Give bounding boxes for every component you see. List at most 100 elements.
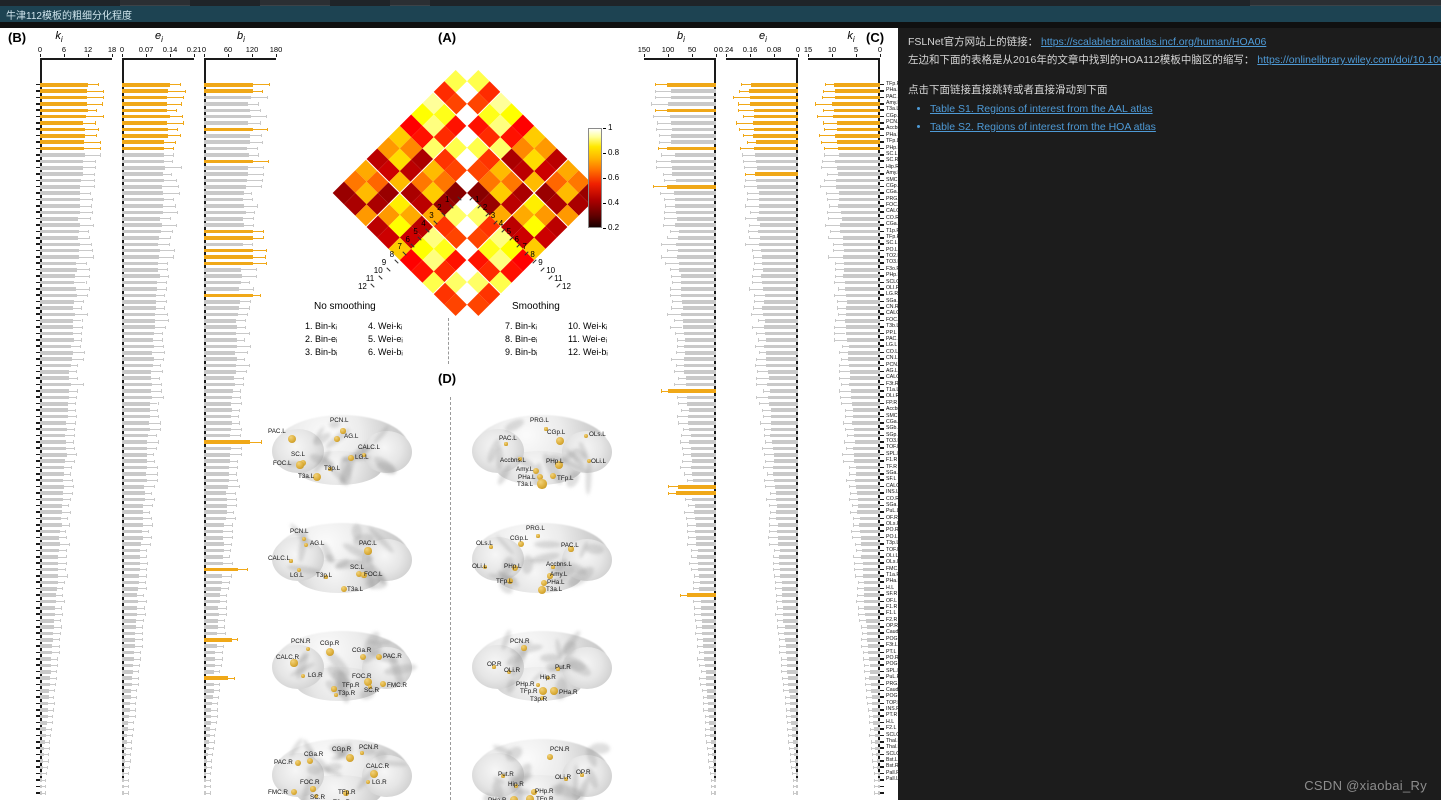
error-bar bbox=[231, 422, 240, 424]
error-bar-cap bbox=[59, 619, 61, 623]
region-tick bbox=[36, 779, 40, 781]
bar-row bbox=[0, 606, 118, 610]
fslnet-link[interactable]: https://scalablebrainatlas.incf.org/huma… bbox=[1041, 36, 1266, 48]
table-s2-link[interactable]: Table S2. Regions of interest from the H… bbox=[930, 121, 1156, 133]
error-bar bbox=[663, 224, 675, 226]
error-bar-cap bbox=[781, 670, 782, 674]
bar bbox=[753, 134, 798, 138]
hoa112-link[interactable]: https://onlinelibrary.wiley.com/doi/10.1… bbox=[1257, 54, 1441, 66]
bar bbox=[674, 191, 716, 196]
bar bbox=[690, 465, 716, 470]
error-bar bbox=[742, 135, 754, 137]
error-bar-cap bbox=[834, 332, 836, 336]
bar-row bbox=[640, 153, 722, 157]
error-bar bbox=[823, 154, 839, 156]
bar bbox=[841, 216, 880, 221]
error-bar-cap bbox=[673, 319, 675, 323]
region-label: PRG.L bbox=[886, 680, 898, 687]
region-tick bbox=[36, 332, 40, 335]
error-bar-cap bbox=[655, 127, 657, 132]
region-tick bbox=[36, 160, 40, 162]
bar bbox=[204, 127, 253, 132]
bar-row bbox=[640, 357, 722, 361]
error-bar-cap bbox=[696, 625, 697, 629]
bar bbox=[675, 242, 716, 247]
bar bbox=[674, 153, 716, 157]
bar bbox=[782, 593, 798, 597]
error-bar bbox=[219, 594, 227, 596]
error-bar-cap bbox=[245, 325, 247, 329]
error-bar bbox=[59, 543, 70, 545]
error-bar bbox=[738, 129, 754, 130]
error-bar bbox=[160, 231, 173, 232]
roi-label: Accbns.L bbox=[546, 561, 572, 568]
region-label: PCN.L bbox=[886, 361, 898, 368]
bar-row bbox=[200, 216, 282, 221]
region-tick bbox=[36, 645, 40, 647]
error-bar-cap bbox=[775, 580, 776, 584]
bar-row bbox=[0, 510, 118, 515]
error-bar bbox=[138, 601, 146, 602]
region-tick bbox=[36, 683, 40, 686]
roi-label: PCN.R bbox=[359, 744, 379, 751]
bar bbox=[204, 325, 237, 330]
bar bbox=[770, 414, 798, 419]
error-bar bbox=[226, 511, 234, 513]
bar bbox=[40, 395, 70, 400]
bar bbox=[204, 504, 227, 508]
bar bbox=[122, 89, 168, 93]
error-bar-cap bbox=[74, 421, 76, 425]
bar-row bbox=[118, 606, 200, 610]
bar bbox=[755, 140, 798, 144]
bar bbox=[667, 146, 716, 151]
region-tick bbox=[880, 658, 884, 660]
error-bar bbox=[826, 173, 839, 175]
error-bar bbox=[239, 288, 254, 290]
bar bbox=[690, 433, 716, 438]
error-bar bbox=[861, 645, 869, 647]
error-bar-cap bbox=[56, 670, 58, 674]
error-bar-cap bbox=[854, 574, 856, 578]
error-bar-cap bbox=[749, 287, 751, 291]
error-bar bbox=[844, 441, 855, 443]
table-s1-link[interactable]: Table S1. Regions of interest from the A… bbox=[930, 103, 1153, 115]
matrix-axis-label-right: 7 bbox=[522, 242, 527, 252]
error-bar-cap bbox=[161, 383, 162, 387]
error-bar-cap bbox=[786, 721, 788, 725]
bar-row bbox=[640, 612, 722, 617]
error-bar bbox=[854, 575, 864, 577]
bar bbox=[40, 216, 79, 221]
bar bbox=[122, 504, 144, 508]
bar bbox=[40, 165, 84, 170]
error-bar-cap bbox=[678, 376, 680, 380]
roi-node bbox=[504, 442, 508, 446]
region-tick bbox=[880, 791, 884, 794]
bar-row bbox=[640, 95, 722, 100]
error-bar-cap bbox=[785, 708, 787, 712]
list-item[interactable]: Table S1. Regions of interest from the A… bbox=[930, 101, 1433, 117]
bar-row bbox=[0, 714, 118, 719]
bar bbox=[676, 491, 716, 495]
matrix-axis-label-right: 2 bbox=[482, 202, 488, 212]
error-bar-cap bbox=[688, 536, 690, 540]
error-bar-cap bbox=[838, 287, 840, 291]
bar bbox=[40, 561, 58, 566]
bar bbox=[675, 197, 716, 202]
error-bar-cap bbox=[868, 721, 870, 725]
bar bbox=[766, 357, 798, 361]
roi-label: CGp.R bbox=[332, 746, 352, 753]
error-bar-cap bbox=[663, 198, 665, 202]
region-label: Accbns.L bbox=[886, 125, 898, 132]
roi-label: PAC.R bbox=[274, 759, 293, 766]
roi-label: OP.R bbox=[576, 769, 591, 776]
bar bbox=[689, 427, 716, 432]
bar bbox=[757, 229, 798, 234]
bar bbox=[686, 402, 716, 406]
error-bar-cap bbox=[743, 115, 745, 119]
list-item[interactable]: Table S2. Regions of interest from the H… bbox=[930, 119, 1433, 135]
error-bar-cap bbox=[155, 446, 157, 451]
bar bbox=[866, 625, 880, 629]
error-bar bbox=[52, 633, 60, 634]
error-bar bbox=[231, 403, 241, 405]
error-bar-cap bbox=[678, 421, 680, 425]
